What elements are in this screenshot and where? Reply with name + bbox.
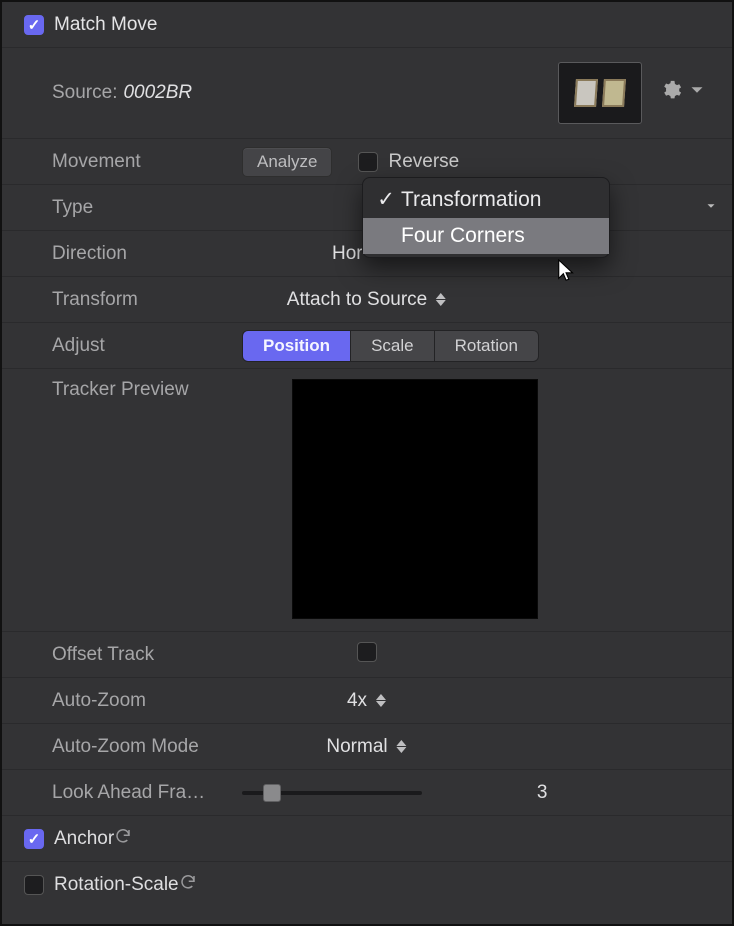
enable-match-move-checkbox[interactable]: ✓: [24, 15, 44, 35]
look-ahead-label: Look Ahead Fra…: [52, 782, 242, 804]
auto-zoom-mode-label: Auto-Zoom Mode: [52, 736, 242, 758]
auto-zoom-label: Auto-Zoom: [52, 690, 242, 712]
look-ahead-slider[interactable]: [242, 791, 422, 795]
anchor-row: ✓ Anchor: [2, 816, 732, 862]
tracker-preview-canvas[interactable]: [292, 379, 538, 619]
offset-track-checkbox[interactable]: [357, 642, 377, 662]
reverse-option: Reverse: [358, 151, 459, 173]
transform-label: Transform: [52, 289, 242, 311]
rotation-scale-row: Rotation-Scale: [2, 862, 732, 908]
slider-knob[interactable]: [263, 784, 281, 802]
picture-frame-icon: [574, 79, 598, 107]
reverse-label: Reverse: [388, 151, 459, 173]
type-row: Type ✓ Transformation Four Corners: [2, 185, 732, 231]
offset-track-label: Offset Track: [52, 644, 242, 666]
adjust-rotation-button[interactable]: Rotation: [435, 331, 538, 361]
gear-icon: [660, 79, 682, 107]
inspector-title: Match Move: [54, 14, 157, 36]
stepper-icon: [396, 738, 408, 756]
source-value: 0002BR: [123, 82, 192, 104]
option-label: Transformation: [401, 188, 541, 212]
picture-frame-icon: [602, 79, 626, 107]
source-row: Source: 0002BR: [2, 48, 732, 139]
look-ahead-value[interactable]: 3: [537, 782, 548, 804]
reset-anchor-button[interactable]: [114, 829, 132, 850]
adjust-scale-button[interactable]: Scale: [351, 331, 435, 361]
adjust-position-button[interactable]: Position: [243, 331, 351, 361]
tracker-preview-label: Tracker Preview: [52, 379, 242, 401]
anchor-checkbox[interactable]: ✓: [24, 829, 44, 849]
auto-zoom-mode-value: Normal: [326, 736, 387, 758]
auto-zoom-mode-dropdown[interactable]: Normal: [326, 736, 407, 758]
type-label: Type: [52, 197, 242, 219]
transform-value-dropdown[interactable]: Attach to Source: [287, 289, 447, 311]
auto-zoom-row: Auto-Zoom 4x: [2, 678, 732, 724]
offset-track-row: Offset Track: [2, 632, 732, 678]
adjust-label: Adjust: [52, 335, 242, 357]
checkmark-icon: ✓: [375, 187, 397, 212]
stepper-icon: [375, 692, 387, 710]
movement-label: Movement: [52, 151, 242, 173]
rotation-scale-checkbox[interactable]: [24, 875, 44, 895]
source-settings-menu[interactable]: [660, 79, 708, 107]
reset-rotation-scale-button[interactable]: [179, 875, 197, 896]
auto-zoom-mode-row: Auto-Zoom Mode Normal: [2, 724, 732, 770]
transform-value: Attach to Source: [287, 289, 427, 311]
source-label: Source:: [52, 82, 117, 104]
transform-row: Transform Attach to Source: [2, 277, 732, 323]
stepper-icon: [435, 291, 447, 309]
type-dropdown-menu: ✓ Transformation Four Corners: [362, 177, 610, 258]
source-thumbnail[interactable]: [558, 62, 642, 124]
tracker-preview-row: Tracker Preview: [2, 369, 732, 632]
type-option-transformation[interactable]: ✓ Transformation: [363, 181, 609, 218]
anchor-label: Anchor: [54, 828, 114, 850]
type-option-four-corners[interactable]: Four Corners: [363, 218, 609, 254]
chevron-down-icon: [686, 79, 708, 107]
inspector-header: ✓ Match Move: [2, 2, 732, 48]
rotation-scale-label: Rotation-Scale: [54, 874, 179, 896]
direction-label: Direction: [52, 243, 242, 265]
reverse-checkbox[interactable]: [358, 152, 378, 172]
adjust-segmented: Position Scale Rotation: [242, 330, 539, 362]
look-ahead-row: Look Ahead Fra… 3: [2, 770, 732, 816]
analyze-button[interactable]: Analyze: [242, 147, 332, 177]
direction-value[interactable]: Hor: [332, 243, 363, 265]
adjust-row: Adjust Position Scale Rotation: [2, 323, 732, 369]
type-dropdown-open[interactable]: [704, 197, 718, 219]
option-label: Four Corners: [401, 224, 525, 248]
auto-zoom-dropdown[interactable]: 4x: [347, 690, 387, 712]
auto-zoom-value: 4x: [347, 690, 367, 712]
